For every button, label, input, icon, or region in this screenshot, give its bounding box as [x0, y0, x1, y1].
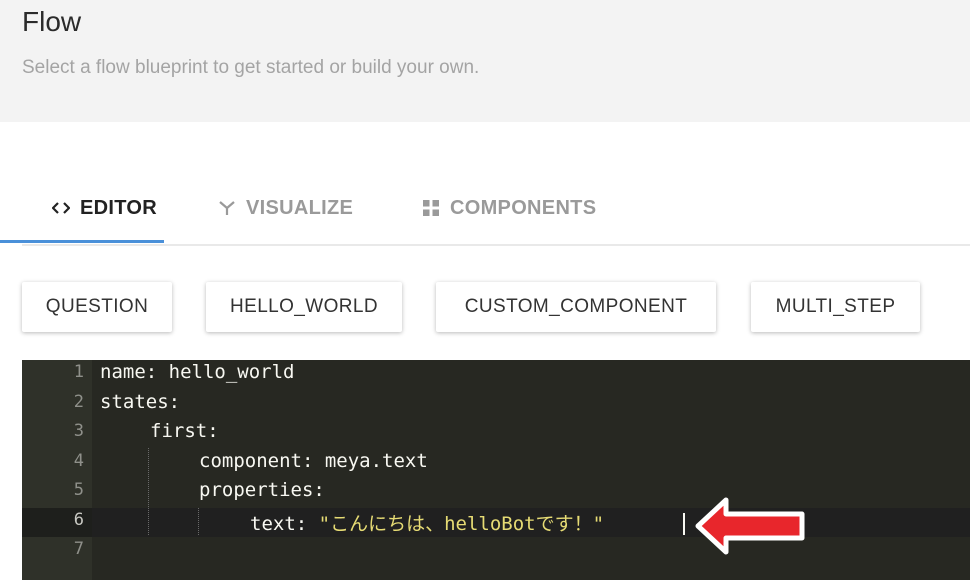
- code-line-3: first:: [150, 420, 219, 442]
- active-tab-indicator: [0, 240, 164, 243]
- line-number: 4: [73, 451, 84, 471]
- tab-bar: EDITOR VISUALIZE COMPONENTS: [22, 170, 970, 246]
- tab-visualize-label: VISUALIZE: [246, 196, 354, 219]
- fork-icon: [218, 200, 236, 216]
- blueprint-multi-step-button[interactable]: MULTI_STEP: [751, 282, 920, 332]
- annotation-arrow-icon: [695, 497, 805, 555]
- code-line-4: component: meya.text: [199, 450, 428, 472]
- yaml-key: text:: [250, 513, 308, 535]
- page-subtitle: Select a flow blueprint to get started o…: [22, 57, 480, 78]
- line-number: 3: [73, 421, 84, 441]
- line-number: 7: [73, 539, 84, 559]
- text-cursor: [683, 513, 685, 535]
- tab-editor[interactable]: EDITOR: [22, 170, 186, 246]
- yaml-key: name:: [100, 361, 158, 383]
- line-number: 2: [73, 392, 84, 412]
- line-number: 1: [73, 362, 84, 382]
- tab-editor-label: EDITOR: [80, 196, 157, 219]
- yaml-key: first:: [150, 420, 219, 442]
- indent-guide: [148, 448, 149, 535]
- blueprint-question-button[interactable]: QUESTION: [22, 282, 172, 332]
- yaml-key: component:: [199, 450, 314, 472]
- code-editor[interactable]: 1 2 3 4 5 6 7 name: hello_world states: …: [22, 360, 970, 580]
- code-line-1: name: hello_world: [100, 361, 294, 383]
- yaml-key: states:: [100, 391, 181, 413]
- line-number-active: 6: [73, 510, 84, 530]
- yaml-value: meya.text: [313, 450, 428, 472]
- line-number: 5: [73, 480, 84, 500]
- yaml-key: properties:: [199, 479, 325, 501]
- page-title: Flow: [22, 6, 82, 37]
- yaml-string-value: "こんにちは、helloBotです！": [318, 513, 605, 535]
- code-line-5: properties:: [199, 479, 325, 501]
- grid-icon: [422, 199, 440, 217]
- blueprint-custom-component-button[interactable]: CUSTOM_COMPONENT: [436, 282, 716, 332]
- indent-guide: [198, 508, 199, 535]
- code-line-6: text: "こんにちは、helloBotです！": [250, 509, 604, 536]
- blueprint-hello-world-button[interactable]: HELLO_WORLD: [206, 282, 402, 332]
- tab-components-label: COMPONENTS: [450, 196, 597, 219]
- code-line-2: states:: [100, 391, 180, 413]
- code-icon: [52, 201, 70, 215]
- yaml-value: hello_world: [157, 361, 295, 383]
- page-header: Flow Select a flow blueprint to get star…: [0, 0, 970, 122]
- tab-visualize[interactable]: VISUALIZE: [218, 170, 353, 246]
- tab-components[interactable]: COMPONENTS: [422, 170, 596, 246]
